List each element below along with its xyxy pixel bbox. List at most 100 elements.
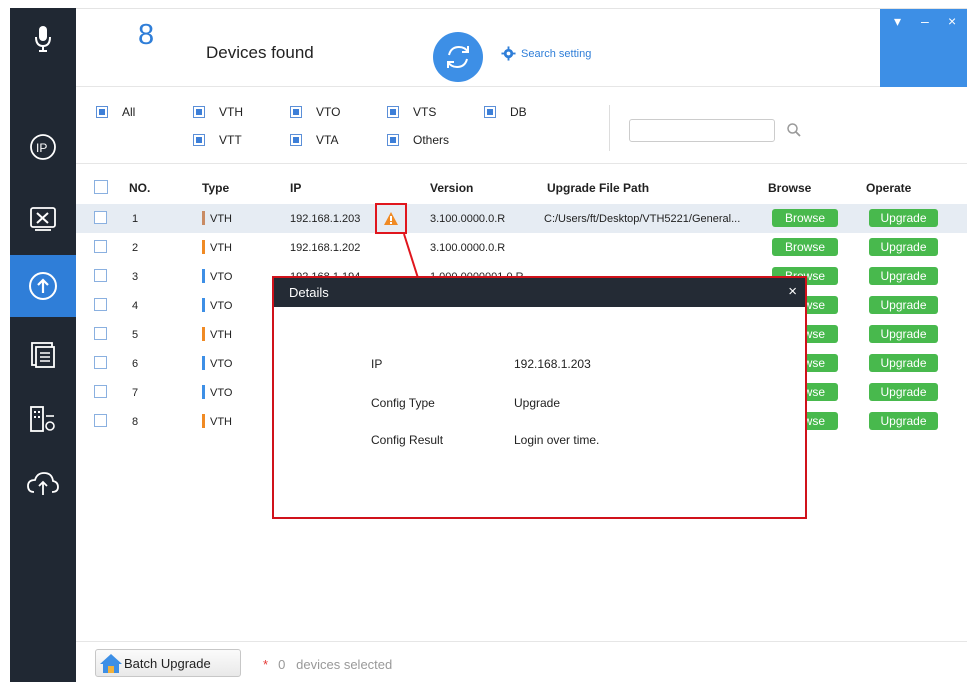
- browse-button[interactable]: Browse: [772, 238, 838, 256]
- batch-upgrade-label: Batch Upgrade: [124, 655, 211, 671]
- divider: [76, 163, 967, 164]
- top-bar: 8 Devices found Search setting ▾ – ×: [76, 9, 967, 87]
- checkbox[interactable]: [387, 106, 399, 118]
- dialog-close-button[interactable]: ×: [788, 283, 797, 300]
- table-row[interactable]: 2 VTH 192.168.1.202 3.100.0000.0.R Brows…: [76, 233, 967, 262]
- selected-label: devices selected: [296, 657, 393, 672]
- header-ip: IP: [290, 181, 302, 195]
- filter-vts[interactable]: VTS: [387, 105, 436, 119]
- row-type: VTH: [210, 416, 232, 428]
- upgrade-button[interactable]: Upgrade: [869, 325, 938, 343]
- row-ip: 192.168.1.202: [290, 242, 361, 254]
- svg-text:IP: IP: [36, 141, 47, 155]
- upgrade-button[interactable]: Upgrade: [869, 354, 938, 372]
- browse-button[interactable]: Browse: [772, 209, 838, 227]
- select-all-checkbox[interactable]: [94, 180, 108, 194]
- table-row[interactable]: 1 VTH 192.168.1.203 3.100.0000.0.R C:/Us…: [76, 204, 967, 233]
- header-upgrade-file-path: Upgrade File Path: [547, 181, 650, 195]
- config-list-icon[interactable]: [10, 324, 76, 386]
- search-icon[interactable]: [786, 122, 802, 141]
- search-input[interactable]: [629, 119, 775, 142]
- row-version: 3.100.0000.0.R: [430, 242, 506, 254]
- row-no: 8: [132, 416, 139, 428]
- upgrade-icon[interactable]: [10, 255, 76, 317]
- filter-label: VTS: [413, 105, 437, 119]
- device-count: 8: [138, 19, 155, 51]
- row-checkbox[interactable]: [94, 414, 107, 427]
- row-type: VTH: [210, 242, 232, 254]
- warning-highlight[interactable]: [375, 203, 407, 234]
- row-no: 7: [132, 387, 139, 399]
- app-window: IP 8 Devices found Search setting ▾ – × …: [0, 0, 967, 683]
- type-indicator: [202, 298, 205, 312]
- checkbox[interactable]: [387, 134, 399, 146]
- table-header: NO. Type IP Version Upgrade File Path Br…: [76, 173, 967, 203]
- filter-vth[interactable]: VTH: [193, 105, 243, 119]
- row-type: VTO: [210, 271, 233, 283]
- cloud-upload-icon[interactable]: [10, 452, 76, 514]
- row-version: 3.100.0000.0.R: [430, 213, 506, 225]
- upgrade-button[interactable]: Upgrade: [869, 296, 938, 314]
- checkbox[interactable]: [96, 106, 108, 118]
- row-checkbox[interactable]: [94, 211, 107, 224]
- filter-vto[interactable]: VTO: [290, 105, 340, 119]
- checkbox[interactable]: [290, 106, 302, 118]
- house-upgrade-icon: [100, 654, 122, 673]
- window-controls: ▾ – ×: [880, 9, 967, 87]
- checkbox[interactable]: [193, 134, 205, 146]
- building-settings-icon[interactable]: [10, 388, 76, 450]
- filter-others[interactable]: Others: [387, 133, 449, 147]
- config-type-value: Upgrade: [514, 396, 561, 410]
- config-result-value: Login over time.: [514, 433, 600, 447]
- upgrade-button[interactable]: Upgrade: [869, 383, 938, 401]
- config-result-label: Config Result: [371, 433, 444, 447]
- gear-icon: [501, 46, 516, 61]
- type-indicator: [202, 327, 205, 341]
- upgrade-button[interactable]: Upgrade: [869, 238, 938, 256]
- row-checkbox[interactable]: [94, 298, 107, 311]
- row-ip: 192.168.1.203: [290, 213, 361, 225]
- checkbox[interactable]: [484, 106, 496, 118]
- selected-count: 0: [278, 657, 286, 672]
- filter-vtt[interactable]: VTT: [193, 133, 242, 147]
- row-checkbox[interactable]: [94, 385, 107, 398]
- row-type: VTO: [210, 387, 233, 399]
- config-type-label: Config Type: [371, 396, 435, 410]
- upgrade-button[interactable]: Upgrade: [869, 267, 938, 285]
- row-no: 5: [132, 329, 139, 341]
- minimize-button[interactable]: –: [921, 13, 929, 29]
- divider: [609, 105, 610, 151]
- batch-upgrade-button[interactable]: Batch Upgrade: [95, 649, 241, 677]
- filter-label: VTO: [316, 105, 341, 119]
- close-button[interactable]: ×: [948, 13, 956, 29]
- row-no: 3: [132, 271, 139, 283]
- type-indicator: [202, 211, 205, 225]
- dropdown-button[interactable]: ▾: [894, 13, 901, 30]
- checkbox[interactable]: [193, 106, 205, 118]
- upgrade-button[interactable]: Upgrade: [869, 209, 938, 227]
- refresh-button[interactable]: [433, 32, 483, 82]
- header-version: Version: [430, 181, 474, 195]
- dialog-title: Details: [289, 285, 329, 300]
- type-indicator: [202, 240, 205, 254]
- row-checkbox[interactable]: [94, 327, 107, 340]
- filter-all[interactable]: All: [96, 105, 135, 119]
- ip-icon[interactable]: IP: [10, 116, 76, 178]
- tools-icon[interactable]: [10, 188, 76, 250]
- upgrade-button[interactable]: Upgrade: [869, 412, 938, 430]
- microphone-icon[interactable]: [10, 8, 76, 70]
- row-type: VTO: [210, 358, 233, 370]
- search-setting-link[interactable]: Search setting: [501, 46, 591, 61]
- filter-db[interactable]: DB: [484, 105, 527, 119]
- row-checkbox[interactable]: [94, 269, 107, 282]
- type-indicator: [202, 414, 205, 428]
- checkbox[interactable]: [290, 134, 302, 146]
- type-indicator: [202, 356, 205, 370]
- row-checkbox[interactable]: [94, 356, 107, 369]
- dialog-title-bar: Details ×: [274, 278, 805, 307]
- row-checkbox[interactable]: [94, 240, 107, 253]
- filter-vta[interactable]: VTA: [290, 133, 338, 147]
- row-no: 4: [132, 300, 139, 312]
- row-path: C:/Users/ft/Desktop/VTH5221/General...: [544, 213, 741, 225]
- ip-value: 192.168.1.203: [514, 357, 591, 371]
